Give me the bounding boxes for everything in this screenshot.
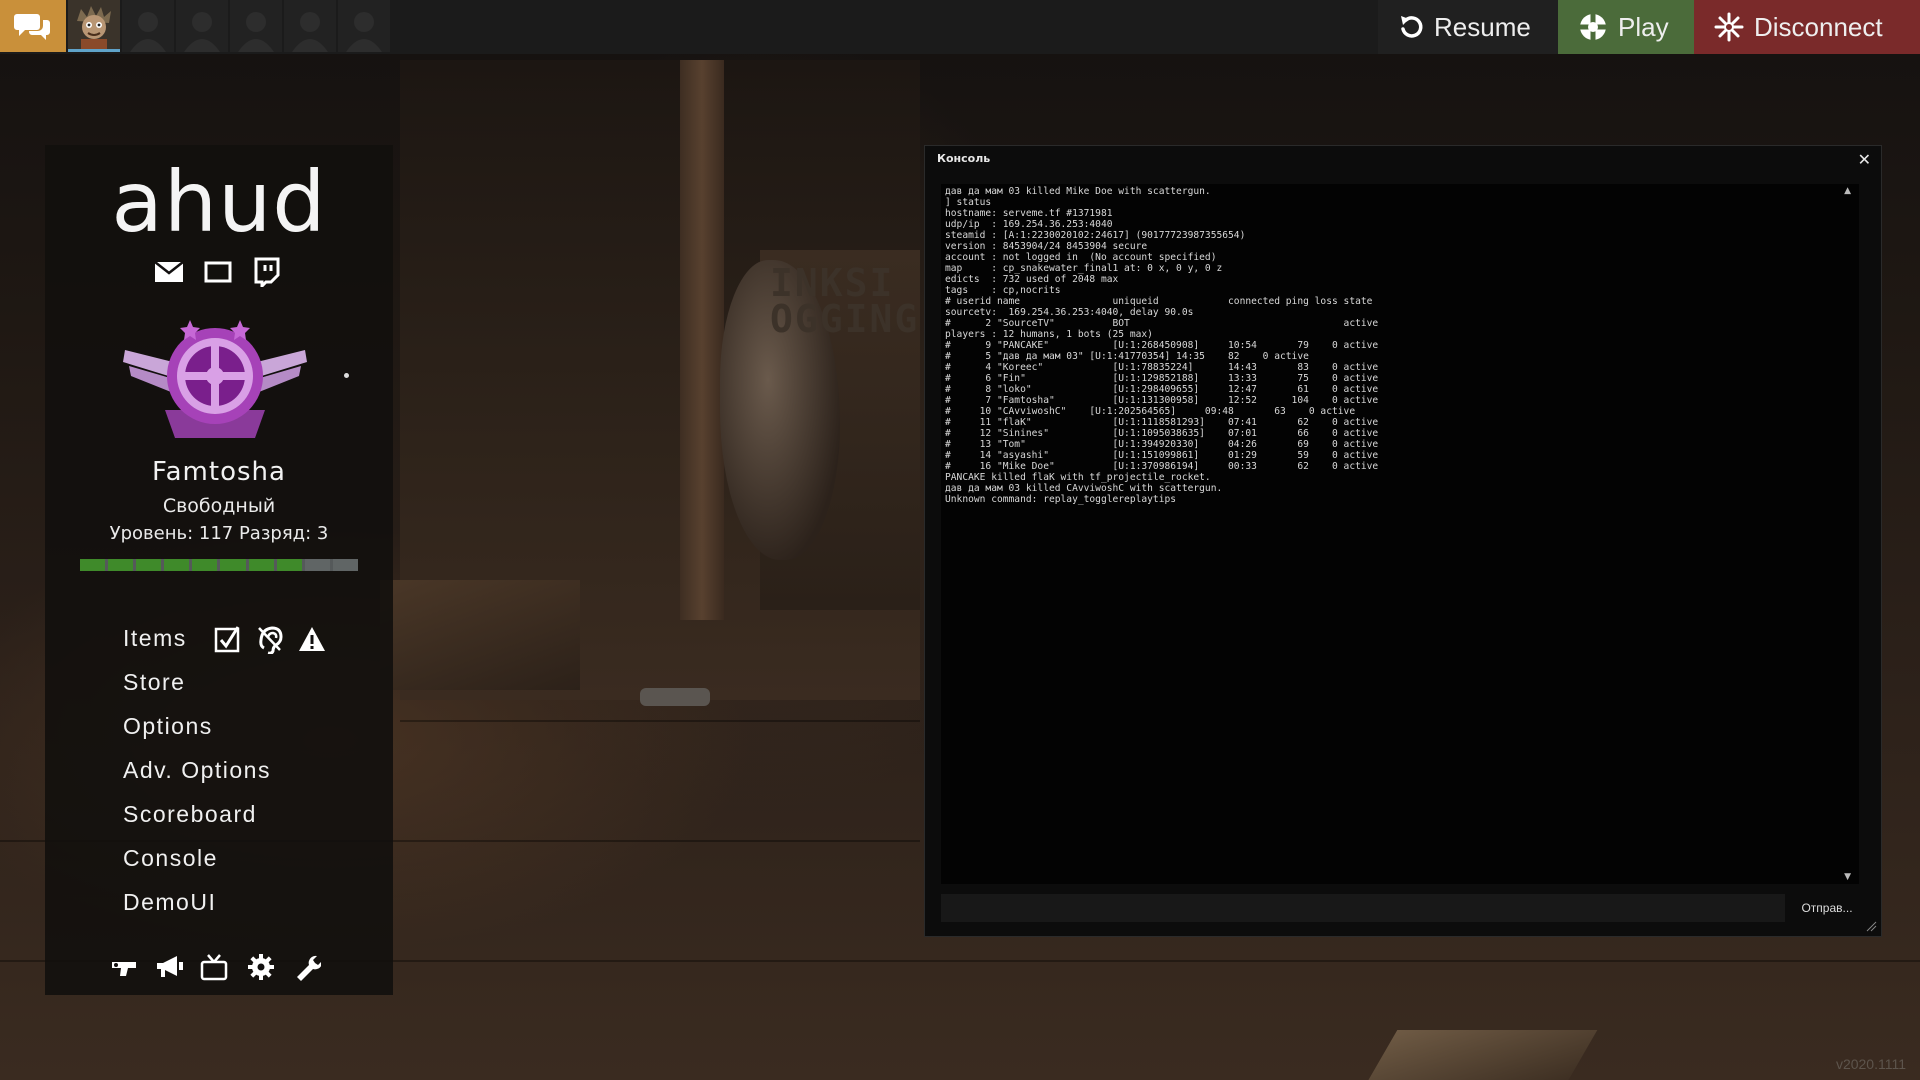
menu-item-items[interactable]: Items xyxy=(123,625,187,652)
xp-progress-bar xyxy=(80,559,358,571)
person-silhouette-icon xyxy=(292,12,328,52)
xp-segment xyxy=(220,559,246,571)
game-main-menu: INKSI OGGING Resume Play Disconnect ahud… xyxy=(0,0,1920,1080)
xp-segment xyxy=(276,559,302,571)
warning-button[interactable] xyxy=(296,623,328,655)
xp-segment xyxy=(248,559,274,571)
scene-floor-line xyxy=(400,720,920,722)
player-avatar-icon xyxy=(77,6,111,49)
megaphone-button[interactable] xyxy=(154,953,186,981)
party-slot-empty[interactable] xyxy=(338,0,390,52)
party-slot-empty[interactable] xyxy=(230,0,282,52)
twitch-button[interactable] xyxy=(250,255,284,289)
resume-button[interactable]: Resume xyxy=(1378,0,1558,54)
console-window: Консоль ✕ дав да мам 03 killed Mike Doe … xyxy=(924,145,1882,937)
player-status: Свободный xyxy=(162,495,276,517)
chat-bubbles-icon xyxy=(14,14,50,40)
tf2-logo-icon xyxy=(1580,14,1606,40)
menu-item-store[interactable]: Store xyxy=(123,669,185,696)
twitch-icon xyxy=(254,257,280,287)
scene-post xyxy=(680,60,724,620)
megaphone-icon xyxy=(157,956,183,977)
mail-button[interactable] xyxy=(152,255,186,289)
resume-arrow-icon xyxy=(1401,16,1423,38)
main-menu-panel: ahud Famtosha Свободный Уровень: 117 Раз… xyxy=(45,145,393,995)
resume-label: Resume xyxy=(1434,11,1531,42)
xp-segment xyxy=(80,559,106,571)
xp-segment xyxy=(192,559,218,571)
play-label: Play xyxy=(1618,11,1669,42)
play-button[interactable]: Play xyxy=(1558,0,1694,54)
wrench-button[interactable] xyxy=(291,953,323,981)
disconnect-button[interactable]: Disconnect xyxy=(1694,0,1920,54)
square-button[interactable] xyxy=(201,255,235,289)
gun-icon xyxy=(112,962,136,976)
xp-segment xyxy=(136,559,162,571)
player-level: Уровень: 117 Разряд: 3 xyxy=(109,523,329,544)
console-title: Консоль xyxy=(937,152,991,165)
party-slot-empty[interactable] xyxy=(176,0,228,52)
menu-item-options[interactable]: Options xyxy=(123,713,213,740)
person-silhouette-icon xyxy=(130,12,166,52)
top-bar: Resume Play Disconnect xyxy=(0,0,1920,54)
xp-segment xyxy=(304,559,330,571)
indicator-dot xyxy=(344,373,349,378)
console-command-input[interactable] xyxy=(941,894,1785,922)
chat-button[interactable] xyxy=(0,0,66,52)
checkbox-icon xyxy=(214,626,240,653)
mail-icon xyxy=(155,262,183,282)
disconnect-burst-icon xyxy=(1714,12,1744,42)
menu-item-scoreboard[interactable]: Scoreboard xyxy=(123,801,257,828)
player-name: Famtosha xyxy=(152,457,286,487)
tv-icon xyxy=(200,954,228,981)
square-icon xyxy=(204,261,232,283)
menu-item-adv-options[interactable]: Adv. Options xyxy=(123,757,271,784)
warning-icon xyxy=(299,627,325,651)
wrench-icon xyxy=(297,955,321,981)
checkbox-button[interactable] xyxy=(212,623,244,655)
ear-icon xyxy=(258,626,283,654)
xp-segment xyxy=(164,559,190,571)
party-slot-empty[interactable] xyxy=(284,0,336,52)
ear-button[interactable] xyxy=(254,623,286,655)
xp-segment xyxy=(332,559,358,571)
person-silhouette-icon xyxy=(184,12,220,52)
xp-segment xyxy=(108,559,134,571)
version-label: v2020.1111 xyxy=(1835,1056,1906,1072)
hud-title: ahud xyxy=(111,153,327,251)
person-silhouette-icon xyxy=(238,12,274,52)
disconnect-label: Disconnect xyxy=(1754,11,1883,42)
console-output[interactable]: дав да мам 03 killed Mike Doe with scatt… xyxy=(941,184,1859,884)
resize-grip-icon[interactable] xyxy=(1865,920,1877,932)
scroll-down-icon[interactable]: ▼ xyxy=(1844,872,1851,882)
console-submit-button[interactable]: Отправ... xyxy=(1791,894,1863,922)
console-log: дав да мам 03 killed Mike Doe with scatt… xyxy=(945,186,1379,505)
gear-icon xyxy=(248,954,274,980)
scene-crate-corner xyxy=(1362,1030,1598,1080)
tv-button[interactable] xyxy=(198,953,230,981)
menu-item-console[interactable]: Console xyxy=(123,845,218,872)
gun-button[interactable] xyxy=(109,953,141,981)
rank-medal-icon xyxy=(123,320,307,438)
party-slot-self[interactable] xyxy=(68,0,120,52)
close-icon[interactable]: ✕ xyxy=(1858,150,1871,169)
menu-item-demoui[interactable]: DemoUI xyxy=(123,889,216,916)
scene-crate xyxy=(380,580,580,690)
scene-sign: INKSI OGGING xyxy=(770,261,920,341)
person-silhouette-icon xyxy=(346,12,382,52)
party-slot-empty[interactable] xyxy=(122,0,174,52)
scene-object xyxy=(640,688,710,706)
scroll-up-icon[interactable]: ▲ xyxy=(1844,186,1851,196)
settings-button[interactable] xyxy=(245,953,277,981)
